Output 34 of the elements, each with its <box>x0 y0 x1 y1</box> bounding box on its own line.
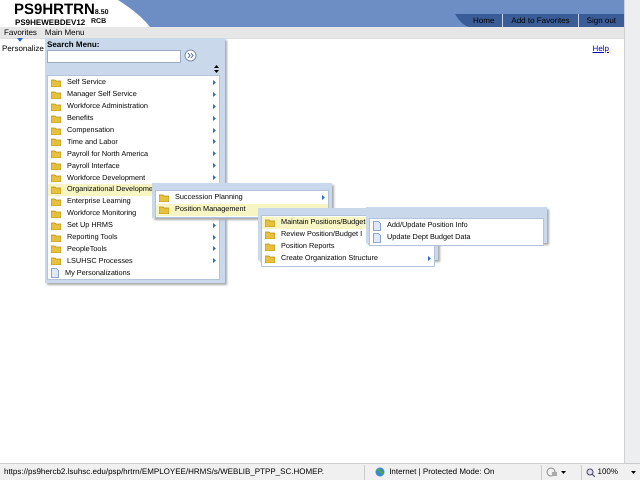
submenu-arrow-icon <box>213 246 216 252</box>
submenu-arrow-icon <box>213 128 216 133</box>
submenu-arrow-icon <box>213 139 216 144</box>
submenu-arrow-icon <box>213 222 216 228</box>
document-icon <box>51 268 59 278</box>
submenu-arrow-icon <box>213 151 216 156</box>
submenu-arrow-icon <box>213 80 216 85</box>
submenu-arrow-icon <box>213 258 216 264</box>
go-button[interactable] <box>184 49 197 62</box>
zone-text: Internet | Protected Mode: On <box>389 466 494 478</box>
submenu-arrow-icon <box>213 92 216 97</box>
submenu-arrow-icon <box>213 234 216 240</box>
search-menu-label: Search Menu: <box>47 40 100 50</box>
status-url: https://ps9hercb2.lsuhsc.edu/psp/hrtrn/EMPLOYEE/HRMS/s/WEBLIB_PTPP_SC.HOMEP. <box>4 466 324 478</box>
dropdown-arrow-icon[interactable] <box>561 470 566 474</box>
help-link[interactable]: Help <box>592 43 609 55</box>
zoom-icon[interactable] <box>586 468 595 476</box>
menubar-item[interactable]: Favorites <box>4 27 37 38</box>
vertical-scrollbar[interactable] <box>624 0 640 463</box>
submenu-arrow-icon <box>213 104 216 109</box>
sort-icon[interactable] <box>214 65 219 73</box>
submenu-arrow-icon <box>322 195 325 200</box>
globe-icon <box>375 467 386 477</box>
search-field[interactable] <box>47 50 181 63</box>
submenu-arrow-icon <box>213 175 216 180</box>
submenu-arrow-icon <box>213 163 216 168</box>
document-icon <box>373 220 381 231</box>
personalize-link[interactable]: Personalize <box>2 43 44 55</box>
submenu-arrow-icon <box>213 116 216 121</box>
submenu-arrow-icon <box>428 256 431 261</box>
document-icon <box>373 232 381 243</box>
server-name: PS9HEWEBDEV12 <box>15 17 86 29</box>
dropdown-arrow-icon[interactable] <box>631 470 636 474</box>
zoom-level[interactable]: 100% <box>598 466 618 478</box>
